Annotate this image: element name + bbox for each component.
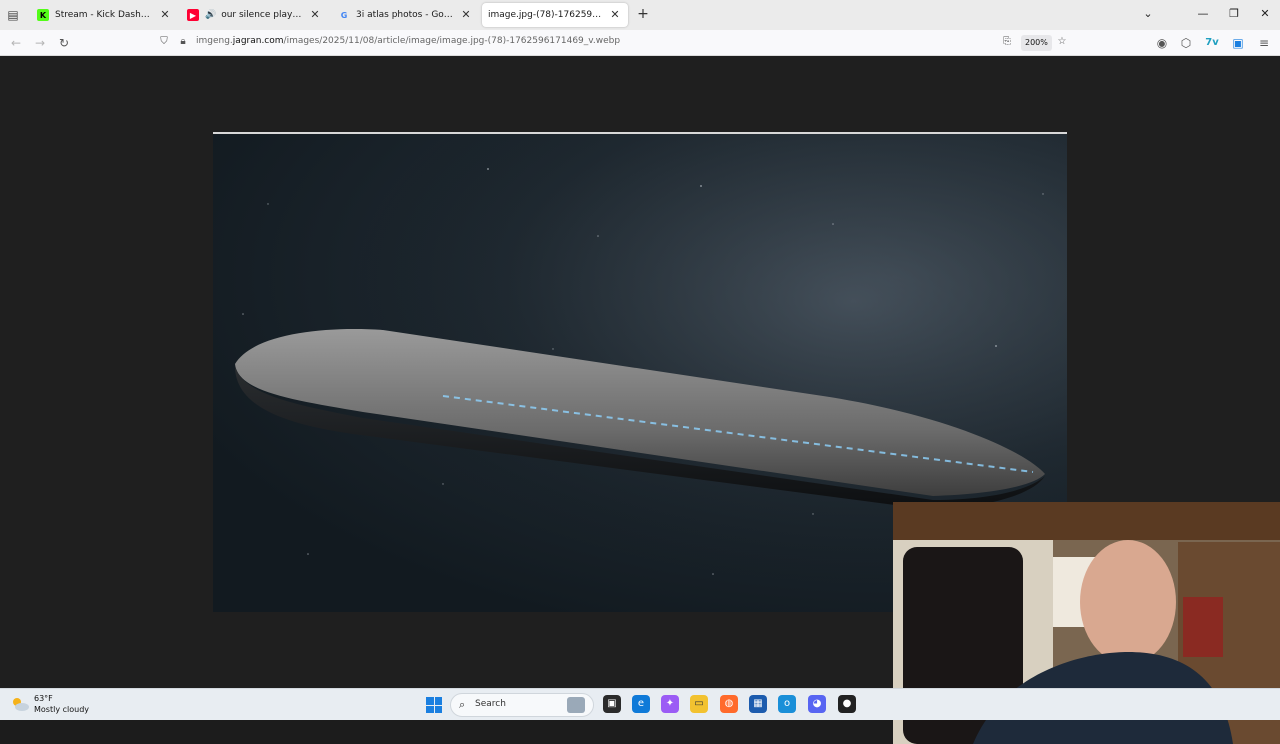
- outlook-icon[interactable]: o: [778, 695, 796, 713]
- chevron-down-icon[interactable]: ⌄: [1140, 6, 1156, 22]
- reload-icon[interactable]: ↻: [55, 34, 73, 52]
- tab-image[interactable]: image.jpg-(78)-1762596171469_v.webp ✕: [482, 3, 628, 27]
- back-icon[interactable]: ←: [7, 34, 25, 52]
- close-icon[interactable]: ✕: [459, 8, 473, 22]
- tab-google-search[interactable]: G 3i atlas photos - Google Search ✕: [332, 3, 479, 27]
- edge-icon[interactable]: e: [632, 695, 650, 713]
- account-icon[interactable]: ◉: [1153, 34, 1171, 52]
- cloud-sun-icon: [13, 698, 29, 711]
- url-text[interactable]: imgeng.jagran.com/images/2025/11/08/arti…: [196, 36, 620, 46]
- close-window-icon[interactable]: ✕: [1257, 6, 1273, 22]
- taskbar-search[interactable]: ⌕ Search: [450, 693, 594, 717]
- tab-youtube[interactable]: ▶ 🔊 our silence played like jazz ✕: [181, 3, 328, 27]
- google-icon: G: [340, 10, 348, 20]
- weather-temp: 63°F: [34, 694, 53, 703]
- search-icon: ⌕: [459, 698, 466, 711]
- restore-icon[interactable]: ❐: [1226, 6, 1242, 22]
- page-content: [0, 56, 1280, 744]
- copilot-icon[interactable]: ✦: [661, 695, 679, 713]
- extensions-icon[interactable]: ⬡: [1177, 34, 1195, 52]
- bookmark-star-icon[interactable]: ☆: [1055, 35, 1069, 49]
- microsoft-store-icon[interactable]: ▦: [749, 695, 767, 713]
- new-tab-icon[interactable]: +: [635, 6, 651, 22]
- search-highlight-icon: [567, 697, 585, 713]
- speaker-icon[interactable]: 🔊: [205, 10, 216, 20]
- youtube-icon: ▶: [187, 9, 199, 21]
- shield-icon[interactable]: ⛉: [157, 35, 171, 49]
- extension-7tv-icon[interactable]: 7v: [1203, 34, 1221, 52]
- tab-title: image.jpg-(78)-1762596171469_v.webp: [488, 10, 604, 20]
- tab-title: our silence played like jazz: [221, 10, 304, 20]
- search-label: Search: [475, 699, 506, 709]
- forward-icon[interactable]: →: [31, 34, 49, 52]
- navigation-toolbar: ← → ↻ ⛉ 🔒︎ imgeng.jagran.com/images/2025…: [0, 30, 1280, 56]
- minimize-icon[interactable]: —: [1195, 6, 1211, 22]
- lock-icon[interactable]: 🔒︎: [176, 35, 190, 49]
- tab-title: Stream - Kick Dashboard: [55, 10, 154, 20]
- firefox-icon[interactable]: ◍: [720, 695, 738, 713]
- discord-icon[interactable]: ◕: [808, 695, 826, 713]
- close-icon[interactable]: ✕: [158, 8, 172, 22]
- tab-kick-dashboard[interactable]: K Stream - Kick Dashboard ✕: [31, 3, 178, 27]
- kick-icon: K: [37, 9, 49, 21]
- tab-strip: ▤ K Stream - Kick Dashboard ✕ ▶ 🔊 our si…: [0, 0, 1280, 30]
- weather-condition: Mostly cloudy: [34, 705, 89, 714]
- extension-badge-icon[interactable]: ▣: [1229, 34, 1247, 52]
- task-view-icon[interactable]: ▣: [603, 695, 621, 713]
- menu-icon[interactable]: ≡: [1255, 34, 1273, 52]
- close-icon[interactable]: ✕: [308, 8, 322, 22]
- weather-widget[interactable]: 63°F Mostly cloudy: [10, 693, 89, 715]
- address-bar[interactable]: ⛉ 🔒︎ imgeng.jagran.com/images/2025/11/08…: [153, 32, 1078, 54]
- file-explorer-icon[interactable]: ▭: [690, 695, 708, 713]
- windows-taskbar: 63°F Mostly cloudy ⌕ Search ▣ e ✦ ▭ ◍ ▦ …: [0, 688, 1280, 720]
- obs-icon[interactable]: ●: [838, 695, 856, 713]
- zoom-level[interactable]: 200%: [1021, 35, 1052, 51]
- tab-title: 3i atlas photos - Google Search: [356, 10, 455, 20]
- tab-list-icon[interactable]: ▤: [5, 7, 21, 23]
- reader-view-icon[interactable]: ⎘: [1000, 35, 1014, 49]
- close-icon[interactable]: ✕: [608, 8, 622, 22]
- windows-start-icon[interactable]: [426, 697, 442, 713]
